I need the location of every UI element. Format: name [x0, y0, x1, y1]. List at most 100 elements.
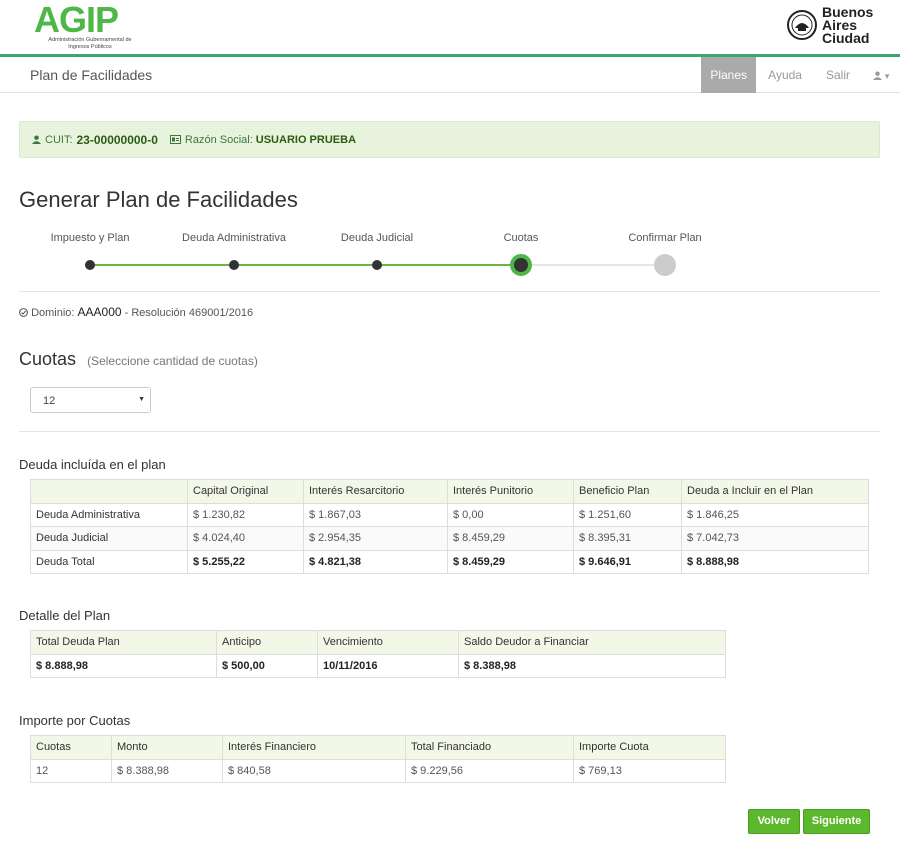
table-cell: $ 0,00 [447, 502, 574, 527]
table-row: Deuda Administrativa $ 1.230,82 $ 1.867,… [30, 502, 869, 527]
table-header-cell: Deuda a Incluir en el Plan [681, 479, 869, 504]
table-header-row: Cuotas Monto Interés Financiero Total Fi… [30, 735, 726, 760]
nav-item-ayuda[interactable]: Ayuda [756, 57, 814, 93]
top-navbar: Plan de Facilidades Planes Ayuda Salir ▾ [0, 57, 900, 93]
table-header-cell: Interés Punitorio [447, 479, 574, 504]
table-cell: $ 7.042,73 [681, 526, 869, 551]
nav-item-salir[interactable]: Salir [814, 57, 862, 93]
table-cell: $ 9.646,91 [573, 549, 682, 574]
buenos-aires-logo[interactable]: Buenos Aires Ciudad [786, 4, 876, 48]
table-header-cell: Cuotas [30, 735, 112, 760]
step-remaining-line [520, 264, 665, 266]
step-label-deuda-administrativa: Deuda Administrativa [182, 232, 286, 244]
step-progress-line [90, 264, 520, 266]
cuotas-heading: Cuotas (Seleccione cantidad de cuotas) [19, 349, 258, 370]
back-button[interactable]: Volver [748, 809, 800, 834]
table-header-row: Total Deuda Plan Anticipo Vencimiento Sa… [30, 630, 726, 655]
user-icon [32, 135, 41, 144]
table-row: Deuda Judicial $ 4.024,40 $ 2.954,35 $ 8… [30, 526, 869, 551]
table-cell: $ 2.954,35 [303, 526, 448, 551]
table-header-cell: Capital Original [187, 479, 304, 504]
table-cell: 12 [30, 758, 112, 783]
cuit-label: CUIT: [45, 133, 73, 146]
section-divider [19, 431, 880, 432]
table-cell: $ 8.388,98 [458, 653, 726, 678]
table-cell: $ 8.888,98 [681, 549, 869, 574]
brand-header: AGIP Administración Gubernamental de Ing… [0, 0, 900, 54]
ba-seal-icon [787, 10, 817, 40]
step-label-confirmar: Confirmar Plan [628, 232, 702, 244]
table-header-cell: Total Deuda Plan [30, 630, 217, 655]
table-cell: $ 5.255,22 [187, 549, 304, 574]
agip-logo[interactable]: AGIP Administración Gubernamental de Ing… [34, 2, 144, 54]
nav-item-planes[interactable]: Planes [701, 57, 757, 93]
table-header-cell: Saldo Deudor a Financiar [458, 630, 726, 655]
step-label-deuda-judicial: Deuda Judicial [340, 232, 414, 244]
user-menu-toggle[interactable]: ▾ [862, 57, 900, 93]
check-circle-icon [19, 308, 28, 317]
table-header-row: Capital Original Interés Resarcitorio In… [30, 479, 869, 504]
table-row: 12 $ 8.388,98 $ 840,58 $ 9.229,56 $ 769,… [30, 758, 726, 783]
table-cell: $ 1.867,03 [303, 502, 448, 527]
table-header-cell: Vencimiento [317, 630, 459, 655]
importe-table: Cuotas Monto Interés Financiero Total Fi… [30, 735, 726, 783]
user-icon [872, 71, 882, 80]
deuda-table-title: Deuda incluída en el plan [19, 457, 166, 472]
razon-social-value: USUARIO PRUEBA [255, 133, 357, 146]
table-header-cell: Interés Resarcitorio [303, 479, 448, 504]
table-cell: $ 8.388,98 [111, 758, 223, 783]
ba-line-3: Ciudad [822, 30, 870, 46]
agip-logo-word: AGIP [34, 0, 119, 40]
nav-menu: Planes Ayuda Salir ▾ [701, 57, 900, 93]
dominio-value: AAA000 [77, 305, 122, 319]
cuotas-title: Cuotas [19, 349, 77, 369]
wizard-steps: Impuesto y Plan Deuda Administrativa Deu… [19, 224, 880, 292]
table-header-cell: Total Financiado [405, 735, 574, 760]
step-label-impuesto: Impuesto y Plan [50, 232, 130, 244]
ba-logo-text: Buenos Aires Ciudad [822, 5, 873, 46]
table-cell: $ 840,58 [222, 758, 406, 783]
table-header-cell [30, 479, 188, 504]
resolution-text: - Resolución 469001/2016 [124, 307, 254, 319]
dominio-label: Dominio: [31, 307, 75, 319]
table-header-cell: Importe Cuota [573, 735, 726, 760]
page-title: Generar Plan de Facilidades [19, 187, 298, 212]
nav-title[interactable]: Plan de Facilidades [30, 67, 152, 83]
table-header-cell: Monto [111, 735, 223, 760]
table-row: $ 8.888,98 $ 500,00 10/11/2016 $ 8.388,9… [30, 653, 726, 678]
deuda-table: Capital Original Interés Resarcitorio In… [30, 479, 869, 574]
cuotas-select[interactable]: 12 ▼ [30, 387, 151, 413]
next-button[interactable]: Siguiente [803, 809, 870, 834]
table-cell: $ 1.251,60 [573, 502, 682, 527]
table-header-cell: Beneficio Plan [573, 479, 682, 504]
table-cell: $ 4.821,38 [303, 549, 448, 574]
table-cell: $ 769,13 [573, 758, 726, 783]
table-header-cell: Anticipo [216, 630, 318, 655]
table-cell: $ 8.888,98 [30, 653, 217, 678]
table-row-total: Deuda Total $ 5.255,22 $ 4.821,38 $ 8.45… [30, 549, 869, 574]
step-dot-impuesto[interactable] [85, 260, 95, 270]
chevron-down-icon: ▾ [884, 71, 890, 81]
table-cell: Deuda Total [30, 549, 188, 574]
table-header-cell: Interés Financiero [222, 735, 406, 760]
table-cell: $ 8.459,29 [447, 549, 574, 574]
step-dot-confirmar [654, 254, 676, 276]
id-card-icon [169, 135, 181, 144]
step-dot-cuotas-current[interactable] [510, 254, 532, 276]
step-dot-deuda-judicial[interactable] [372, 260, 382, 270]
dominio-line: Dominio: AAA000 - Resolución 469001/2016 [19, 305, 253, 319]
table-cell: $ 8.395,31 [573, 526, 682, 551]
agip-logo-subtitle: Administración Gubernamental de Ingresos… [48, 37, 132, 50]
detalle-table: Total Deuda Plan Anticipo Vencimiento Sa… [30, 630, 726, 678]
taxpayer-info-alert: CUIT: 23-00000000-0 Razón Social: USUARI… [19, 121, 880, 158]
step-dot-deuda-administrativa[interactable] [229, 260, 239, 270]
razon-social-label: Razón Social: [184, 133, 253, 146]
table-cell: $ 9.229,56 [405, 758, 574, 783]
cuotas-hint: (Seleccione cantidad de cuotas) [87, 354, 258, 368]
table-cell: Deuda Administrativa [30, 502, 188, 527]
table-cell: $ 500,00 [216, 653, 318, 678]
table-cell: $ 1.230,82 [187, 502, 304, 527]
cuotas-select-value: 12 [43, 395, 56, 407]
table-cell: $ 4.024,40 [187, 526, 304, 551]
table-cell: Deuda Judicial [30, 526, 188, 551]
